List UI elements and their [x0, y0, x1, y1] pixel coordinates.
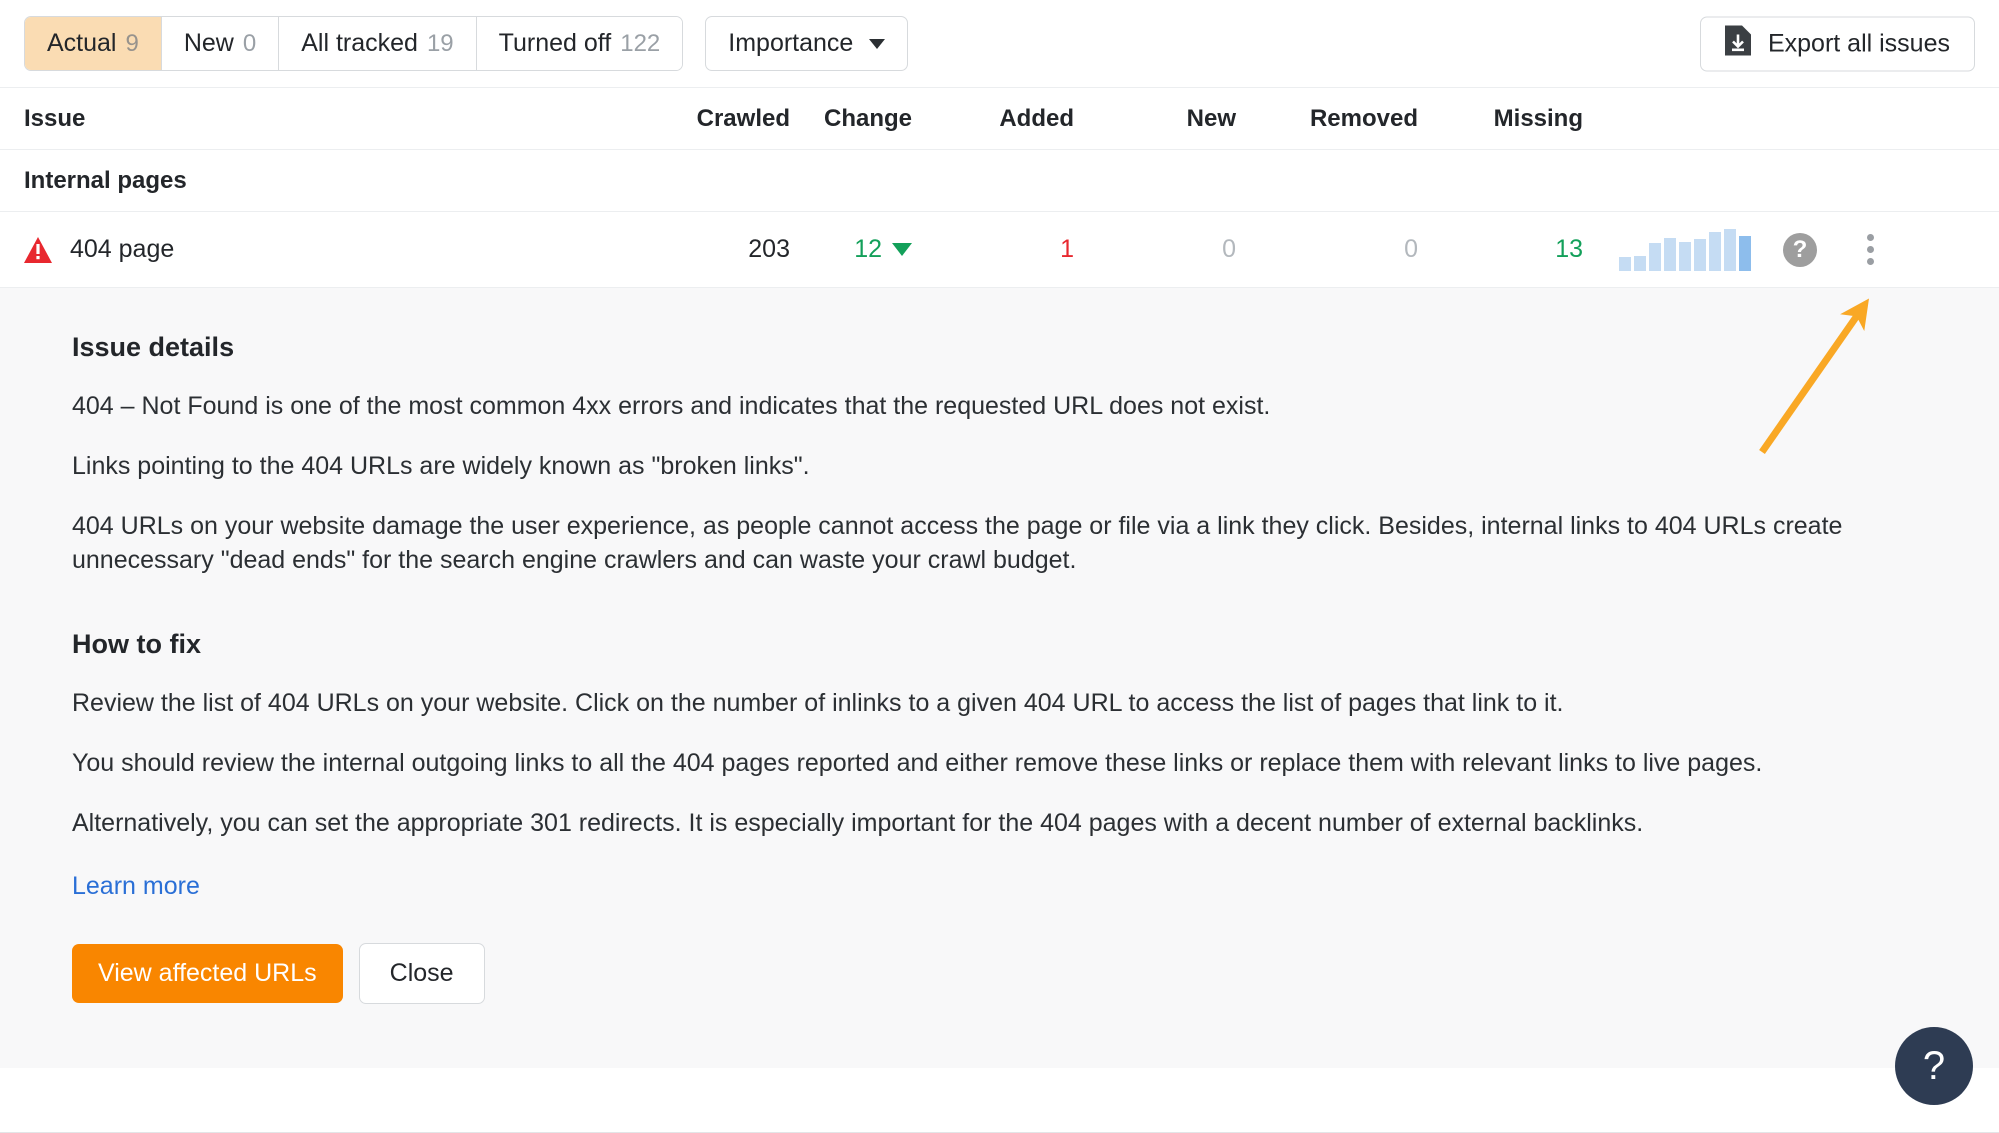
importance-dropdown-label: Importance: [728, 29, 854, 57]
table-row[interactable]: 404 page 203 12 1 0 0 13 ?: [0, 212, 1999, 288]
filter-tabs: Actual 9 New 0 All tracked 19 Turned off…: [24, 16, 684, 71]
sparkline-bar: [1664, 237, 1676, 271]
cell-crawled: 203: [748, 235, 790, 263]
issue-details-paragraph-1: 404 – Not Found is one of the most commo…: [72, 392, 1271, 420]
tab-all-tracked[interactable]: All tracked 19: [279, 17, 477, 70]
group-row-internal-pages: Internal pages: [0, 150, 1999, 212]
view-affected-urls-button[interactable]: View affected URLs: [72, 944, 343, 1003]
column-header-issue: Issue: [24, 104, 86, 132]
issue-detail-panel: Issue details 404 – Not Found is one of …: [0, 288, 1999, 1068]
table-header-row: Issue Crawled Change Added New Removed M…: [0, 88, 1999, 150]
issue-name: 404 page: [70, 235, 175, 263]
issue-details-heading: Issue details: [72, 332, 235, 362]
tab-turned-off[interactable]: Turned off 122: [476, 17, 683, 70]
error-warning-icon: [24, 236, 52, 263]
row-help-icon[interactable]: ?: [1783, 232, 1817, 267]
importance-dropdown[interactable]: Importance: [705, 16, 909, 71]
how-to-fix-paragraph-1: Review the list of 404 URLs on your webs…: [72, 689, 1564, 717]
learn-more-link[interactable]: Learn more: [72, 872, 200, 901]
support-help-button[interactable]: ?: [1895, 1027, 1973, 1105]
issue-details-paragraph-3: 404 URLs on your website damage the user…: [72, 512, 1843, 574]
sparkline-bar: [1619, 256, 1631, 271]
tab-actual[interactable]: Actual 9: [25, 17, 162, 70]
sparkline-chart: [1619, 228, 1751, 271]
toolbar: Actual 9 New 0 All tracked 19 Turned off…: [0, 0, 1999, 88]
sparkline-bar: [1634, 255, 1646, 271]
how-to-fix-heading: How to fix: [72, 629, 201, 659]
tab-new-label: New: [183, 29, 234, 57]
tab-new[interactable]: New 0: [161, 17, 280, 70]
column-header-missing: Missing: [1493, 104, 1583, 132]
tab-actual-count: 9: [125, 29, 139, 57]
sparkline-bar: [1709, 231, 1721, 271]
sparkline-bar: [1649, 242, 1661, 271]
cell-added: 1: [1060, 235, 1074, 263]
export-all-issues-label: Export all issues: [1767, 29, 1950, 57]
cell-change: 12: [790, 235, 950, 264]
tab-turned-off-count: 122: [620, 29, 661, 57]
column-header-new: New: [1186, 104, 1236, 132]
question-mark-icon: ?: [1922, 1043, 1946, 1088]
chevron-down-icon: [869, 38, 886, 49]
tab-all-tracked-label: All tracked: [301, 29, 418, 57]
column-header-added: Added: [999, 104, 1074, 132]
issues-table: Issue Crawled Change Added New Removed M…: [0, 88, 1999, 288]
sparkline-bar: [1739, 235, 1751, 271]
issue-cell[interactable]: 404 page: [0, 235, 640, 264]
tab-turned-off-label: Turned off: [498, 29, 612, 57]
sparkline-bar: [1724, 228, 1736, 271]
export-all-issues-button[interactable]: Export all issues: [1699, 16, 1975, 71]
change-value: 12: [854, 235, 882, 263]
close-button[interactable]: Close: [358, 943, 485, 1004]
download-file-icon: [1724, 25, 1751, 62]
how-to-fix-paragraph-3: Alternatively, you can set the appropria…: [72, 809, 1644, 837]
column-header-removed: Removed: [1309, 104, 1418, 132]
cell-trend: [1605, 228, 1765, 271]
column-header-crawled: Crawled: [696, 104, 790, 132]
sparkline-bar: [1694, 238, 1706, 271]
cell-new: 0: [1222, 235, 1236, 263]
issue-details-paragraph-2: Links pointing to the 404 URLs are widel…: [72, 452, 810, 480]
sparkline-bar: [1679, 241, 1691, 271]
cell-missing: 13: [1555, 235, 1583, 263]
column-header-change: Change: [823, 104, 912, 132]
tab-all-tracked-count: 19: [426, 29, 454, 57]
tab-new-count: 0: [242, 29, 257, 57]
detail-actions: View affected URLs Close: [72, 943, 1927, 1004]
kebab-menu-icon[interactable]: [1866, 234, 1874, 265]
triangle-down-icon: [892, 243, 912, 256]
cell-removed: 0: [1404, 235, 1418, 263]
group-label: Internal pages: [24, 166, 187, 194]
how-to-fix-paragraph-2: You should review the internal outgoing …: [72, 749, 1763, 777]
tab-actual-label: Actual: [47, 29, 117, 57]
